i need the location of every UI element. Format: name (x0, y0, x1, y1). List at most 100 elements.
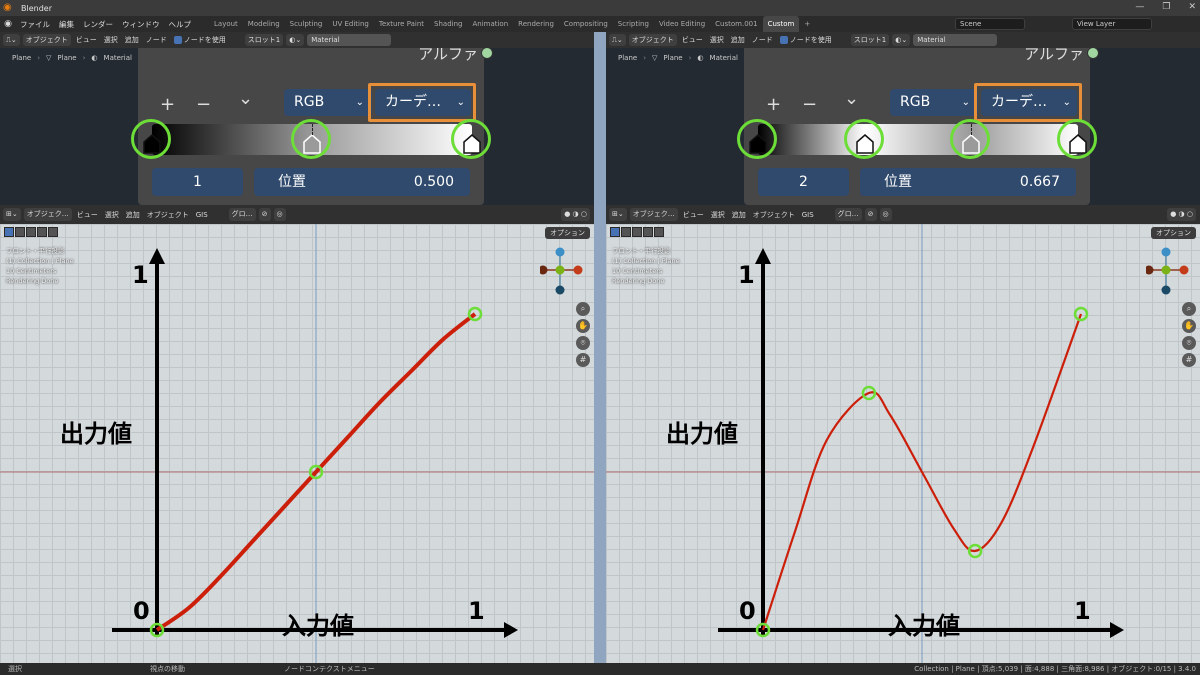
menu-item-4[interactable]: ヘルプ (169, 19, 192, 30)
use-nodes-checkbox[interactable]: ノードを使用 (172, 35, 228, 45)
workspace-tab[interactable]: Animation (467, 16, 513, 32)
snap-icon[interactable]: ⊘ (864, 208, 877, 221)
breadcrumb-item: Plane (618, 54, 638, 62)
workspace-tab[interactable]: Custom.001 (710, 16, 762, 32)
alpha-socket[interactable] (1087, 47, 1099, 59)
add-workspace-button[interactable]: + (799, 16, 815, 32)
shading-solid-icon[interactable]: ● ◑ ○ (561, 208, 590, 221)
ramp-menu-button[interactable]: ⌄ (844, 88, 859, 109)
active-stop-index-field[interactable]: 1 (152, 168, 243, 196)
transform-orientation-select[interactable]: グロ… (228, 208, 256, 221)
color-ramp-node[interactable]: アルファ + − ⌄ RGB ⌄ カーデ… ⌄ 1 位置 0.500 (131, 45, 493, 205)
menu-add[interactable]: 追加 (124, 210, 142, 220)
workspace-tab[interactable]: Rendering (513, 16, 559, 32)
object-mode-select[interactable]: オブジェク… (23, 208, 72, 221)
material-field[interactable]: Material (913, 34, 998, 46)
add-stop-button[interactable]: + (766, 94, 781, 115)
blender-menu-icon[interactable]: ◉ (0, 19, 16, 29)
menu-select[interactable]: 選択 (709, 210, 727, 220)
menu-object[interactable]: オブジェクト (145, 210, 191, 220)
editor-type-button[interactable]: ⊞⌄ (609, 208, 627, 221)
proportional-edit-icon[interactable]: ◎ (879, 208, 892, 221)
menu-view[interactable]: ビュー (75, 210, 100, 220)
3d-viewport[interactable]: フロント・平行投影 (1) Collection | Plane 10 Cent… (0, 224, 594, 663)
slot-select[interactable]: スロット1 (850, 34, 890, 46)
color-ramp-node[interactable]: アルファ + − ⌄ RGB ⌄ カーデ… ⌄ 2 位置 0.667 (737, 45, 1099, 205)
area-divider[interactable] (594, 32, 606, 663)
workspace-tab[interactable]: Compositing (559, 16, 613, 32)
workspace-tab[interactable]: Video Editing (654, 16, 710, 32)
3d-viewport[interactable]: フロント・平行投影 (1) Collection | Plane 10 Cent… (606, 224, 1200, 663)
menu-select[interactable]: 選択 (102, 35, 120, 45)
remove-stop-button[interactable]: − (196, 94, 211, 115)
checkbox-icon (173, 36, 182, 44)
minimize-button[interactable]: — (1135, 2, 1144, 12)
proportional-edit-icon[interactable]: ◎ (273, 208, 286, 221)
workspace-tab[interactable]: Modeling (243, 16, 285, 32)
stop-highlight-circle (131, 119, 171, 159)
node-editor[interactable]: Plane › ▽ Plane › ◐ Material アルファ + − ⌄ … (606, 45, 1200, 205)
stop-highlight-circle (291, 119, 331, 159)
position-field[interactable]: 位置 0.500 (254, 168, 470, 196)
menu-add[interactable]: 追加 (729, 35, 747, 45)
color-mode-select[interactable]: RGB ⌄ (284, 89, 372, 116)
menu-item-1[interactable]: 編集 (59, 19, 74, 30)
workspace-tab[interactable]: UV Editing (327, 16, 374, 32)
chevron-right-icon: › (37, 54, 41, 62)
add-stop-button[interactable]: + (160, 94, 175, 115)
material-browse-button[interactable]: ◐⌄ (286, 34, 305, 46)
position-field[interactable]: 位置 0.667 (860, 168, 1076, 196)
slot-select[interactable]: スロット1 (244, 34, 284, 46)
y-axis-arrow (149, 248, 165, 264)
shading-solid-icon[interactable]: ● ◑ ○ (1167, 208, 1196, 221)
menu-object[interactable]: オブジェクト (751, 210, 797, 220)
menu-node[interactable]: ノード (750, 35, 775, 45)
workspace-tabs: Layout Modeling Sculpting UV Editing Texture… (209, 16, 815, 32)
object-mode-select[interactable]: オブジェクト (628, 34, 677, 46)
stop-highlight-circle (1057, 119, 1097, 159)
snap-icon[interactable]: ⊘ (258, 208, 271, 221)
material-browse-button[interactable]: ◐⌄ (892, 34, 911, 46)
active-stop-index-field[interactable]: 2 (758, 168, 849, 196)
transform-orientation-select[interactable]: グロ… (834, 208, 862, 221)
material-field[interactable]: Material (307, 34, 392, 46)
alpha-output-label: アルファ (418, 45, 478, 63)
menu-gis[interactable]: GIS (194, 211, 210, 219)
menu-view[interactable]: ビュー (681, 210, 706, 220)
workspace-tab[interactable]: Scripting (613, 16, 654, 32)
scene-field[interactable]: Scene (955, 18, 1025, 30)
color-ramp-bar[interactable] (758, 124, 1078, 155)
ramp-menu-button[interactable]: ⌄ (238, 88, 253, 109)
workspace-tab[interactable]: Layout (209, 16, 243, 32)
use-nodes-checkbox[interactable]: ノードを使用 (778, 35, 834, 45)
stop-highlight-circle (737, 119, 777, 159)
menu-item-2[interactable]: レンダー (83, 19, 113, 30)
editor-type-button[interactable]: ⊞⌄ (3, 208, 21, 221)
menu-item-3[interactable]: ウィンドウ (122, 19, 160, 30)
menu-add[interactable]: 追加 (730, 210, 748, 220)
workspace-tab[interactable]: Custom (762, 16, 800, 32)
view-layer-field[interactable]: View Layer (1072, 18, 1152, 30)
menu-select[interactable]: 選択 (103, 210, 121, 220)
status-pan: 視点の移動 (150, 665, 185, 673)
menu-gis[interactable]: GIS (800, 211, 816, 219)
node-editor[interactable]: Plane › ▽ Plane › ◐ Material アルファ + − ⌄ … (0, 45, 594, 205)
menu-node[interactable]: ノード (144, 35, 169, 45)
maximize-button[interactable]: ❐ (1162, 2, 1170, 12)
alpha-socket[interactable] (481, 47, 493, 59)
menu-select[interactable]: 選択 (708, 35, 726, 45)
menu-add[interactable]: 追加 (123, 35, 141, 45)
editor-type-button[interactable]: ⎍⌄ (609, 34, 626, 46)
object-mode-select[interactable]: オブジェク… (629, 208, 678, 221)
menu-item-0[interactable]: ファイル (20, 19, 50, 30)
object-mode-select[interactable]: オブジェクト (22, 34, 71, 46)
menu-view[interactable]: ビュー (680, 35, 705, 45)
workspace-tab[interactable]: Shading (429, 16, 467, 32)
menu-view[interactable]: ビュー (74, 35, 99, 45)
workspace-tab[interactable]: Texture Paint (374, 16, 429, 32)
remove-stop-button[interactable]: − (802, 94, 817, 115)
editor-type-button[interactable]: ⎍⌄ (3, 34, 20, 46)
workspace-tab[interactable]: Sculpting (285, 16, 328, 32)
color-mode-select[interactable]: RGB ⌄ (890, 89, 978, 116)
close-button[interactable]: ✕ (1188, 2, 1196, 12)
